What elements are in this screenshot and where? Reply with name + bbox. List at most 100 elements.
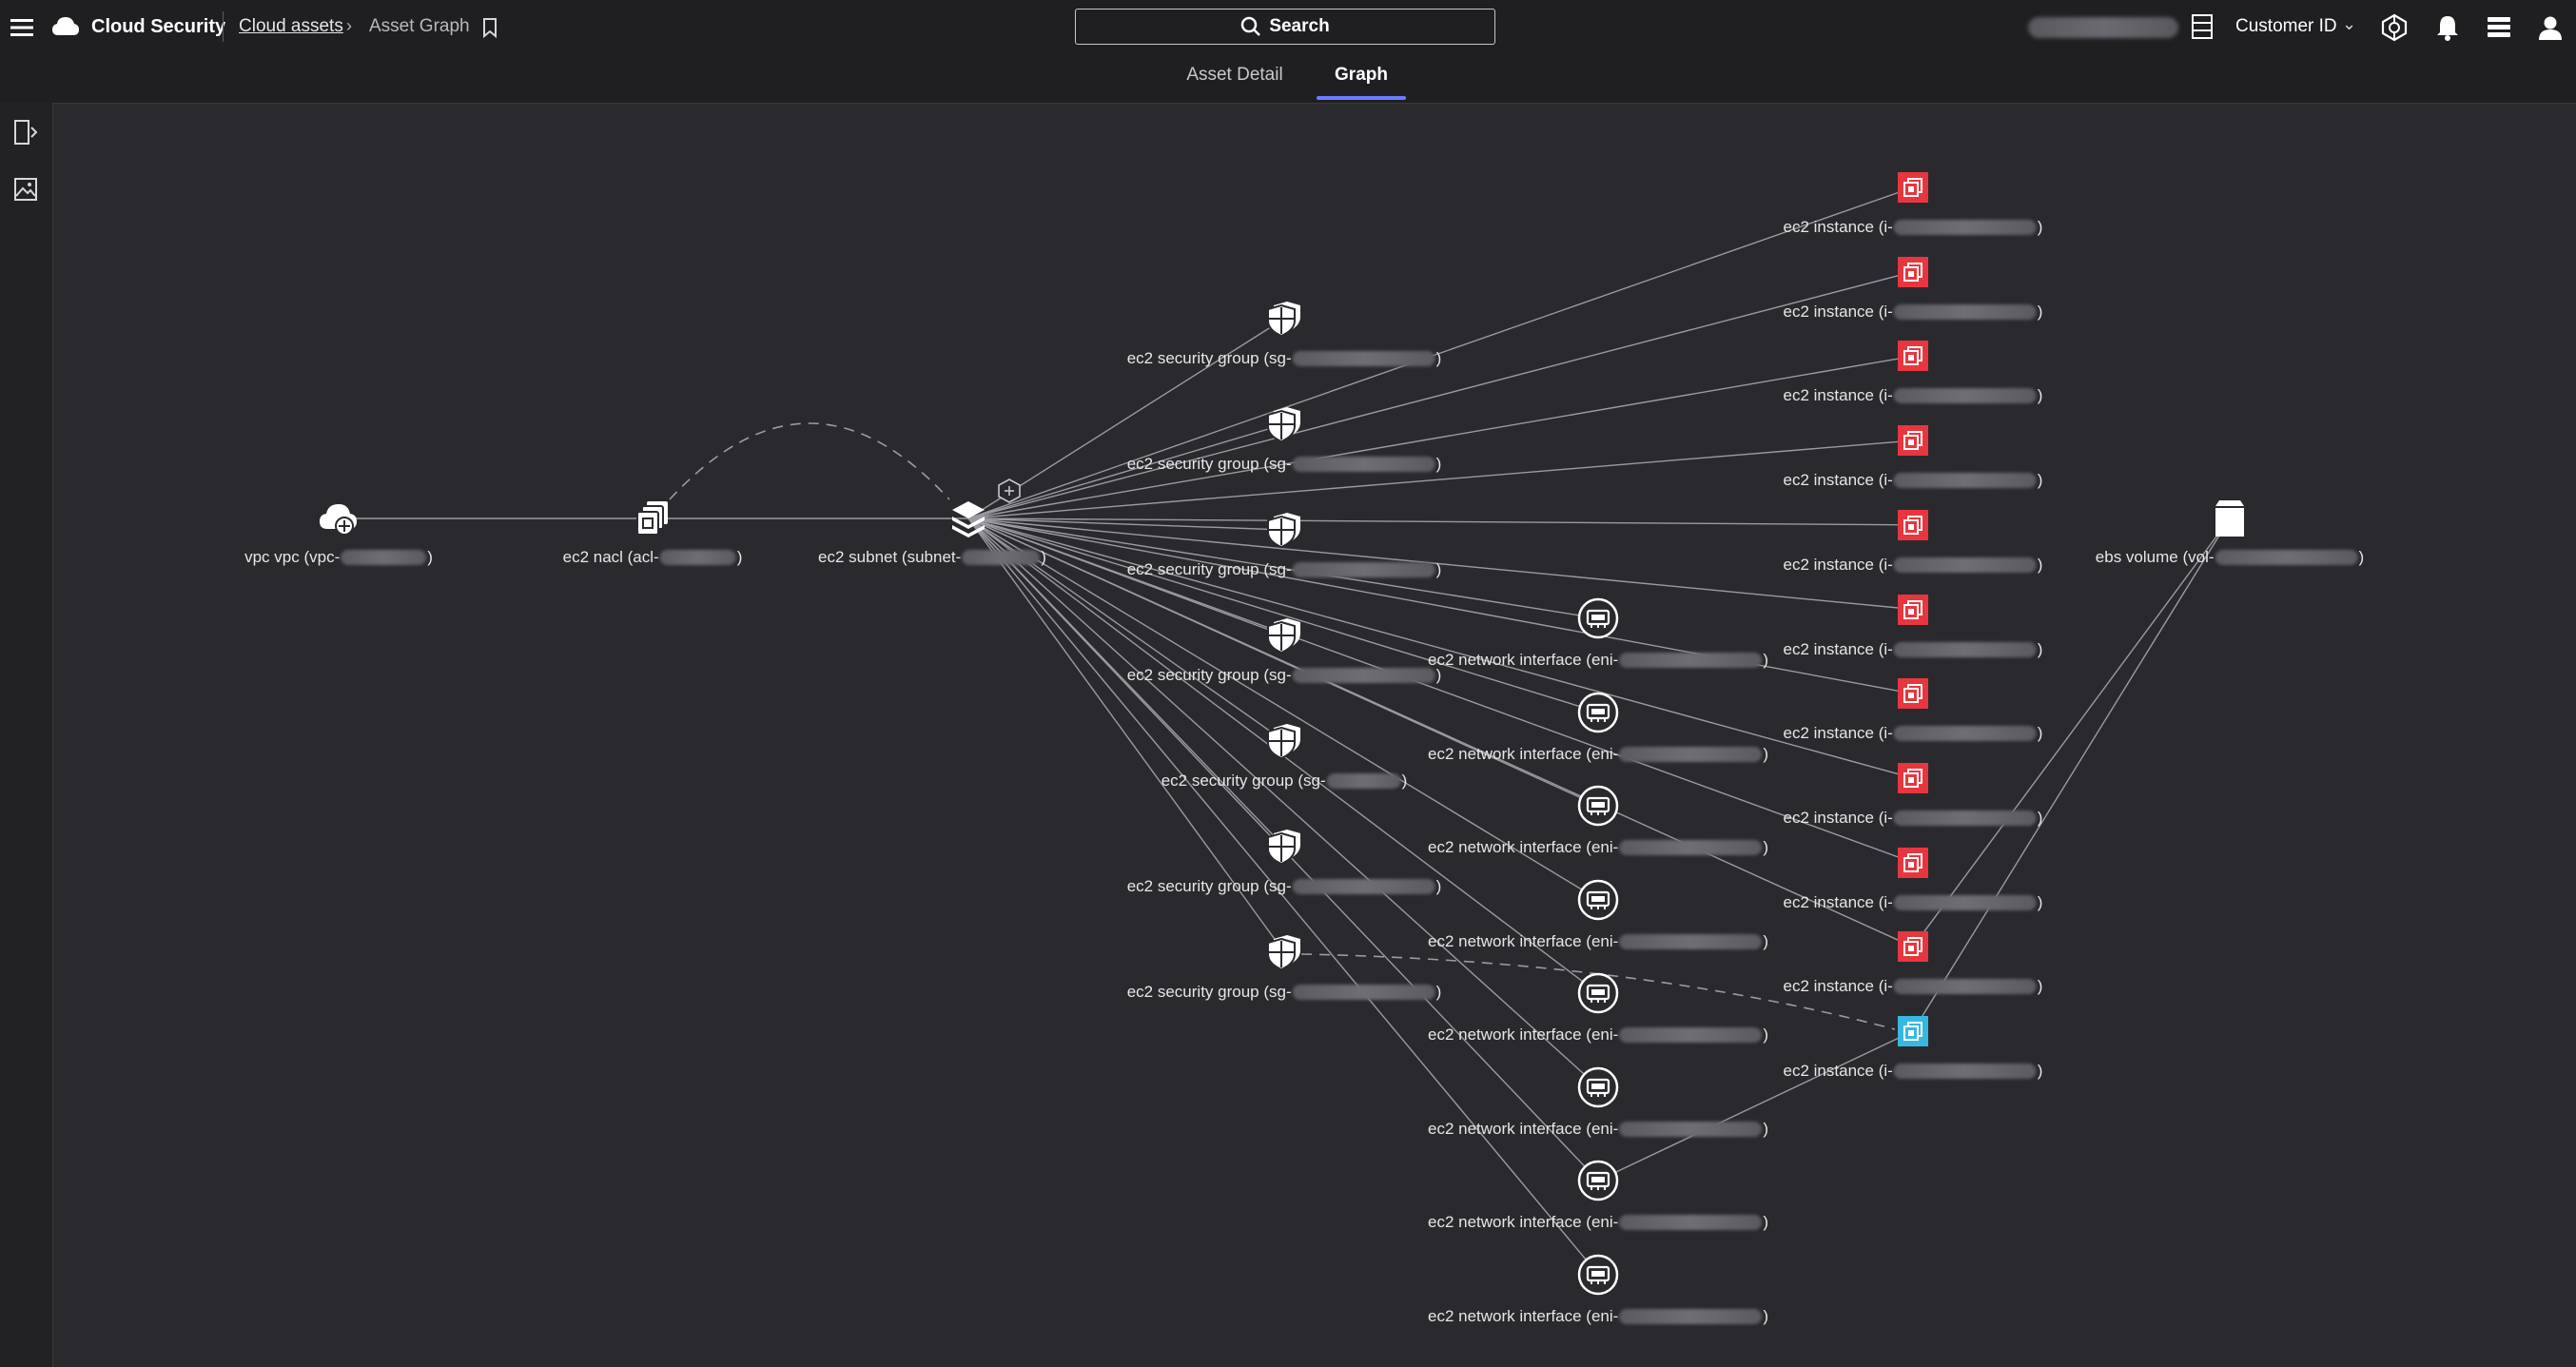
redacted-id xyxy=(1292,879,1435,894)
node-subnet[interactable] xyxy=(950,499,986,537)
node-label-suffix: ) xyxy=(1763,1025,1768,1044)
search-input[interactable]: Search xyxy=(1075,9,1495,45)
node-label-suffix: ) xyxy=(1763,744,1768,763)
node-label-text: ec2 security group (sg- xyxy=(1126,877,1292,895)
node-security-group[interactable] xyxy=(1264,722,1304,760)
shield-stack-icon xyxy=(1267,302,1300,338)
node-security-group[interactable] xyxy=(1264,616,1304,654)
search-label: Search xyxy=(1269,16,1330,36)
node-instance-alert[interactable] xyxy=(1897,677,1929,710)
active-tab-indicator xyxy=(1317,96,1406,100)
node-label-suffix: ) xyxy=(2037,302,2043,321)
node-instance-alert[interactable] xyxy=(1897,594,1929,626)
node-label-text: ec2 security group (sg- xyxy=(1126,983,1292,1001)
node-instance-alert[interactable] xyxy=(1897,762,1929,794)
node-label-instance: ec2 instance (i-) xyxy=(1784,218,2043,237)
node-network-interface[interactable] xyxy=(1576,1159,1620,1202)
node-label-text: ec2 instance (i- xyxy=(1783,218,1893,236)
node-label-text: ec2 network interface (eni- xyxy=(1428,651,1619,669)
node-instance-alert[interactable] xyxy=(1897,847,1929,879)
notes-list-icon[interactable] xyxy=(2483,11,2515,44)
redacted-id xyxy=(1893,220,2037,235)
node-label-suffix: ) xyxy=(2037,555,2043,574)
node-network-interface[interactable] xyxy=(1576,878,1620,922)
node-network-interface[interactable] xyxy=(1576,1065,1620,1109)
node-label-text: ec2 network interface (eni- xyxy=(1428,1119,1619,1138)
node-instance-alert[interactable] xyxy=(1897,340,1929,372)
layers-icon xyxy=(952,501,985,537)
edge-ebs-instance xyxy=(1912,518,2231,1032)
node-nacl[interactable] xyxy=(634,499,672,537)
chip-instance-icon xyxy=(1898,341,1928,372)
redacted-id xyxy=(1893,810,2037,826)
node-network-interface[interactable] xyxy=(1576,784,1620,828)
node-label-text: ec2 instance (i- xyxy=(1783,302,1893,321)
image-export-icon[interactable] xyxy=(8,171,44,207)
redacted-id xyxy=(1893,894,2037,910)
shield-stack-icon xyxy=(1267,724,1300,760)
help-ship-wheel-icon[interactable] xyxy=(2378,11,2410,44)
chip-instance-icon xyxy=(1898,509,1928,540)
edge-nacl-subnet-dashed-arc xyxy=(669,422,950,500)
node-ebs-volume[interactable] xyxy=(2214,498,2246,538)
expand-panel-icon[interactable] xyxy=(8,114,44,150)
node-security-group[interactable] xyxy=(1264,405,1304,443)
node-label-text: ec2 network interface (eni- xyxy=(1428,838,1619,856)
node-network-interface[interactable] xyxy=(1576,691,1620,734)
node-label-security-group: ec2 security group (sg-) xyxy=(1127,349,1442,368)
node-label-security-group: ec2 security group (sg-) xyxy=(1127,455,1442,474)
node-instance-selected[interactable] xyxy=(1897,1015,1929,1047)
node-label-network-interface: ec2 network interface (eni-) xyxy=(1428,838,1768,857)
node-security-group[interactable] xyxy=(1264,933,1304,971)
expand-subnet-button[interactable] xyxy=(997,478,1022,503)
node-security-group[interactable] xyxy=(1264,828,1304,866)
customer-id-dropdown[interactable]: Customer ID xyxy=(2235,16,2337,37)
node-network-interface[interactable] xyxy=(1576,1253,1620,1297)
node-label-text: ec2 network interface (eni- xyxy=(1428,1213,1619,1231)
node-label-suffix: ) xyxy=(1763,651,1768,669)
node-label-suffix: ) xyxy=(2037,218,2043,236)
node-label-text: ec2 instance (i- xyxy=(1783,386,1893,405)
redacted-id xyxy=(1292,562,1435,577)
node-instance-alert[interactable] xyxy=(1897,256,1929,288)
node-instance-alert[interactable] xyxy=(1897,424,1929,457)
node-label-suffix: ) xyxy=(1763,1119,1768,1138)
network-card-icon xyxy=(1577,692,1619,732)
user-profile-icon[interactable] xyxy=(2534,11,2566,44)
search-icon xyxy=(1241,16,1261,36)
chip-instance-icon xyxy=(1898,256,1928,287)
table-view-icon[interactable] xyxy=(2188,12,2216,41)
node-label-security-group: ec2 security group (sg-) xyxy=(1127,560,1442,579)
node-instance-alert[interactable] xyxy=(1897,171,1929,204)
node-label-instance: ec2 instance (i-) xyxy=(1784,809,2043,828)
node-vpc[interactable] xyxy=(319,500,359,537)
node-instance-alert[interactable] xyxy=(1897,509,1929,541)
node-instance-alert[interactable] xyxy=(1897,930,1929,963)
node-label-suffix: ) xyxy=(1041,548,1046,566)
tab-asset-detail[interactable]: Asset Detail xyxy=(1170,65,1299,103)
node-label-security-group: ec2 security group (sg-) xyxy=(1127,983,1442,1002)
node-security-group[interactable] xyxy=(1264,300,1304,338)
node-label-suffix: ) xyxy=(1763,1213,1768,1231)
notifications-bell-icon[interactable] xyxy=(2431,11,2464,44)
asset-graph-canvas[interactable]: vpc vpc (vpc-) ec2 nacl (acl-) ec2 subnet … xyxy=(53,103,2576,1367)
node-network-interface[interactable] xyxy=(1576,971,1620,1015)
redacted-id xyxy=(1619,1121,1763,1137)
node-label-network-interface: ec2 network interface (eni-) xyxy=(1428,1307,1768,1326)
node-label-suffix: ) xyxy=(736,548,743,566)
menu-icon[interactable] xyxy=(8,13,36,42)
node-security-group[interactable] xyxy=(1264,511,1304,549)
redacted-user-text xyxy=(2028,17,2178,38)
node-network-interface[interactable] xyxy=(1576,596,1620,640)
edge-subnet-instance xyxy=(967,355,1914,519)
redacted-id xyxy=(1292,985,1435,1000)
breadcrumb-link-cloud-assets[interactable]: Cloud assets xyxy=(239,16,343,37)
storage-volume-icon xyxy=(2215,500,2244,537)
node-label-text: ec2 instance (i- xyxy=(1783,977,1893,996)
redacted-id xyxy=(1292,351,1435,366)
chip-instance-icon xyxy=(1898,847,1928,878)
node-label-text: ec2 network interface (eni- xyxy=(1428,1025,1619,1044)
redacted-id xyxy=(1619,746,1763,762)
chevron-down-icon[interactable]: ⌄ xyxy=(2342,14,2356,34)
bookmark-icon[interactable] xyxy=(479,15,500,40)
